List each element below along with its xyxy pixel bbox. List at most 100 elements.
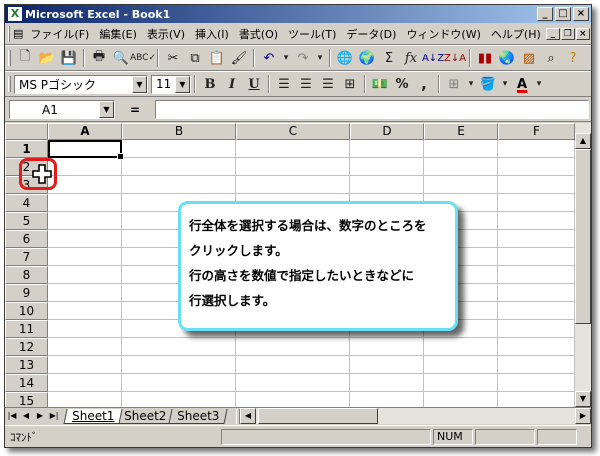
- row-header-9[interactable]: 9: [5, 284, 48, 302]
- grid-cell[interactable]: [236, 356, 350, 374]
- align-center-icon[interactable]: ☰: [295, 74, 317, 95]
- grid-cell[interactable]: [424, 158, 498, 176]
- row-header-7[interactable]: 7: [5, 248, 48, 266]
- vertical-scrollbar[interactable]: ▲ ▼: [575, 123, 591, 407]
- vertical-scroll-thumb[interactable]: [575, 149, 591, 324]
- grid-cell[interactable]: [122, 176, 236, 194]
- grid-cell[interactable]: [498, 194, 575, 212]
- scroll-up-icon[interactable]: ▲: [575, 133, 591, 149]
- grid-cell[interactable]: [122, 158, 236, 176]
- borders-icon[interactable]: ⊞: [443, 74, 465, 95]
- doc-close-icon[interactable]: ×: [575, 27, 590, 40]
- prev-sheet-icon[interactable]: ◀: [19, 409, 33, 424]
- toolbar-grip[interactable]: [8, 76, 11, 92]
- grid-cell[interactable]: [424, 338, 498, 356]
- menu-tools[interactable]: ツール(T): [283, 26, 341, 42]
- open-icon[interactable]: 📂: [36, 48, 58, 69]
- horizontal-scroll-thumb[interactable]: [257, 408, 378, 424]
- font-name-select[interactable]: MS Pゴシック ▼: [14, 74, 148, 94]
- grid-cell[interactable]: [48, 392, 122, 407]
- grid-cell[interactable]: [48, 320, 122, 338]
- grid-cell[interactable]: [122, 374, 236, 392]
- redo-icon[interactable]: ↷: [292, 48, 314, 69]
- comma-style-button[interactable]: ,: [413, 74, 435, 95]
- undo-dropdown-icon[interactable]: ▾: [280, 48, 292, 69]
- print-preview-icon[interactable]: 🔍: [110, 48, 132, 69]
- maximize-icon[interactable]: □: [555, 7, 571, 21]
- row-header-14[interactable]: 14: [5, 374, 48, 392]
- grid-cell[interactable]: [236, 140, 350, 158]
- column-header-d[interactable]: D: [350, 123, 424, 140]
- column-header-e[interactable]: E: [424, 123, 498, 140]
- autosum-icon[interactable]: Σ: [378, 48, 400, 69]
- grid-cell[interactable]: [498, 284, 575, 302]
- grid-cell[interactable]: [498, 338, 575, 356]
- chevron-down-icon[interactable]: ▼: [99, 101, 114, 118]
- close-icon[interactable]: ×: [573, 7, 589, 21]
- grid-cell[interactable]: [498, 266, 575, 284]
- menu-edit[interactable]: 編集(E): [94, 26, 142, 42]
- grid-cell[interactable]: [498, 392, 575, 407]
- grid-cell[interactable]: [350, 176, 424, 194]
- row-header-5[interactable]: 5: [5, 212, 48, 230]
- borders-dropdown-icon[interactable]: ▾: [465, 74, 477, 95]
- drawing-icon[interactable]: ▨: [518, 48, 540, 69]
- sheet-tab-sheet1[interactable]: Sheet1: [63, 408, 123, 424]
- sort-descending-icon[interactable]: Z↓A: [444, 48, 466, 69]
- menu-format[interactable]: 書式(O): [234, 26, 283, 42]
- grid-cell[interactable]: [350, 158, 424, 176]
- grid-cell[interactable]: [498, 158, 575, 176]
- menu-file[interactable]: ファイル(F): [25, 26, 94, 42]
- grid-cell[interactable]: [498, 374, 575, 392]
- redo-dropdown-icon[interactable]: ▾: [314, 48, 326, 69]
- excel-app-icon[interactable]: X: [8, 7, 22, 21]
- doc-restore-icon[interactable]: ❐: [560, 27, 575, 40]
- grid-cell[interactable]: [236, 176, 350, 194]
- grid-cell[interactable]: [498, 320, 575, 338]
- scroll-down-icon[interactable]: ▼: [575, 391, 591, 407]
- document-icon[interactable]: ▤: [13, 27, 23, 40]
- menu-window[interactable]: ウィンドウ(W): [401, 26, 485, 42]
- grid-cell[interactable]: [48, 374, 122, 392]
- row-header-15[interactable]: 15: [5, 392, 48, 407]
- merge-center-icon[interactable]: ⊞: [339, 74, 361, 95]
- grid-cell[interactable]: [424, 176, 498, 194]
- row-header-11[interactable]: 11: [5, 320, 48, 338]
- zoom-icon[interactable]: ⌕: [540, 48, 562, 69]
- underline-button[interactable]: U: [243, 74, 265, 95]
- column-header-f[interactable]: F: [498, 123, 575, 140]
- next-sheet-icon[interactable]: ▶: [33, 409, 47, 424]
- formula-input[interactable]: [155, 100, 589, 119]
- toolbar-grip[interactable]: [8, 25, 10, 42]
- scroll-right-icon[interactable]: ▶: [575, 408, 591, 424]
- grid-cell[interactable]: [122, 338, 236, 356]
- menu-help[interactable]: ヘルプ(H): [486, 26, 546, 42]
- grid-cell[interactable]: [350, 374, 424, 392]
- chevron-down-icon[interactable]: ▼: [132, 75, 147, 93]
- edit-formula-button[interactable]: =: [115, 103, 155, 117]
- grid-cell[interactable]: [424, 140, 498, 158]
- chart-wizard-icon[interactable]: ▮▮: [474, 48, 496, 69]
- chevron-down-icon[interactable]: ▼: [175, 75, 190, 93]
- sheet-tab-sheet2[interactable]: Sheet2: [115, 408, 176, 424]
- save-icon[interactable]: 💾: [58, 48, 80, 69]
- grid-cell[interactable]: [48, 176, 122, 194]
- grid-cell[interactable]: [424, 356, 498, 374]
- italic-button[interactable]: I: [221, 74, 243, 95]
- toolbar-grip[interactable]: [8, 50, 11, 66]
- first-sheet-icon[interactable]: |◀: [5, 409, 19, 424]
- row-header-8[interactable]: 8: [5, 266, 48, 284]
- font-size-select[interactable]: 11 ▼: [151, 74, 191, 94]
- office-assistant-icon[interactable]: ?: [562, 48, 584, 69]
- spelling-icon[interactable]: ABC✓: [130, 48, 156, 69]
- menu-insert[interactable]: 挿入(I): [190, 26, 234, 42]
- grid-cell[interactable]: [236, 158, 350, 176]
- bold-button[interactable]: B: [199, 74, 221, 95]
- web-toolbar-icon[interactable]: 🌍: [356, 48, 378, 69]
- column-header-c[interactable]: C: [236, 123, 350, 140]
- function-icon[interactable]: fx: [400, 48, 422, 69]
- grid-cell[interactable]: [236, 392, 350, 407]
- grid-cell[interactable]: [48, 266, 122, 284]
- column-header-a[interactable]: A: [48, 123, 122, 140]
- last-sheet-icon[interactable]: ▶|: [47, 409, 61, 424]
